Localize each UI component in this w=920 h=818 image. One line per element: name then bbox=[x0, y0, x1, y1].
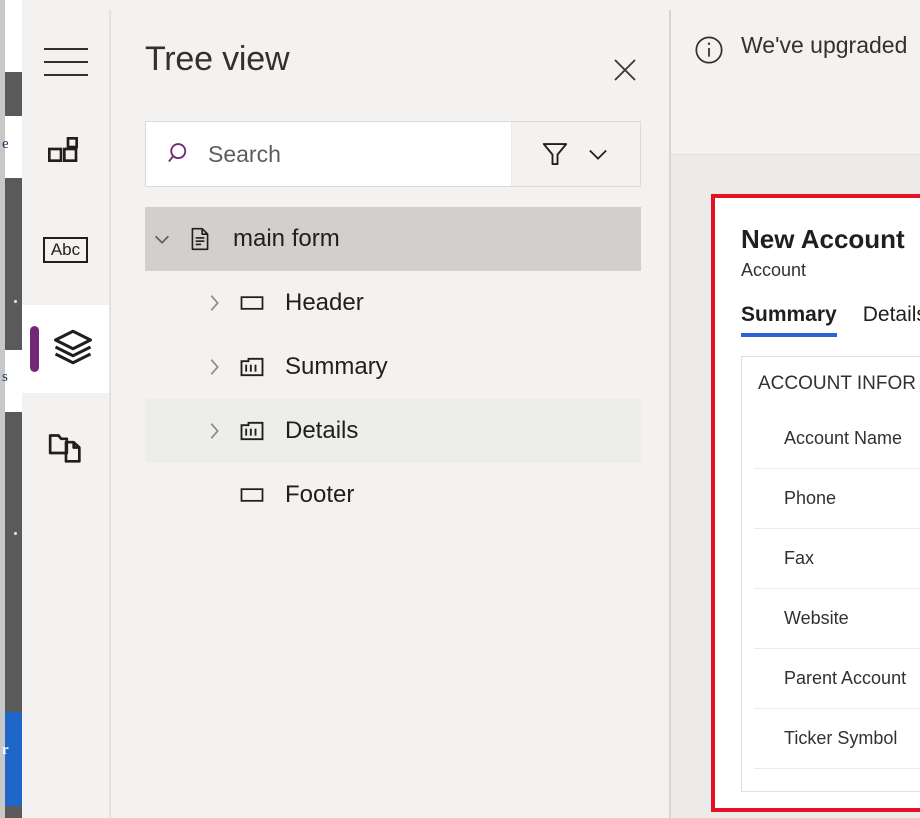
form-field-row[interactable]: Account Name bbox=[754, 409, 920, 469]
search-placeholder: Search bbox=[208, 140, 281, 167]
form-record-title: New Account bbox=[741, 224, 905, 254]
highlighted-form-preview: New Account Account Summary Details ACCO… bbox=[711, 194, 920, 812]
tab-details[interactable]: Details bbox=[863, 303, 920, 337]
search-icon bbox=[166, 140, 194, 168]
section-rectangle-icon bbox=[231, 289, 273, 317]
chevron-right-icon bbox=[210, 359, 219, 375]
search-toolbar: Search bbox=[145, 121, 641, 187]
columns-tab-icon bbox=[231, 353, 273, 381]
form-field-row[interactable]: Parent Account bbox=[754, 649, 920, 709]
tree-node-summary[interactable]: Summary bbox=[145, 335, 641, 399]
field-label: Website bbox=[784, 608, 849, 628]
tab-summary[interactable]: Summary bbox=[741, 303, 837, 337]
form-document-icon bbox=[179, 226, 221, 252]
icon-rail: Abc bbox=[22, 10, 110, 818]
copy-folder-icon bbox=[46, 428, 86, 473]
form-field-row-empty bbox=[754, 769, 920, 808]
chevron-down-icon bbox=[154, 235, 170, 244]
layers-icon bbox=[52, 326, 94, 373]
field-label: Phone bbox=[784, 488, 837, 508]
tree-node-details[interactable]: Details bbox=[145, 399, 641, 463]
form-field-row[interactable]: Website bbox=[754, 589, 920, 649]
chevron-down-icon bbox=[589, 149, 607, 160]
sidebar-item-text-field[interactable]: Abc bbox=[22, 206, 109, 294]
expand-collapse-toggle[interactable] bbox=[197, 420, 231, 442]
filter-icon bbox=[542, 143, 568, 165]
field-label: Account Name bbox=[784, 428, 903, 448]
tree-node-label: Summary bbox=[285, 353, 388, 380]
expand-collapse-toggle[interactable] bbox=[197, 356, 231, 378]
chevron-right-icon bbox=[210, 295, 219, 311]
field-label: Ticker Symbol bbox=[784, 728, 898, 748]
background-selected-block bbox=[5, 712, 22, 806]
abc-text-icon: Abc bbox=[42, 237, 89, 263]
form-field-row[interactable]: Phone bbox=[754, 469, 920, 529]
section-header: ACCOUNT INFOR bbox=[758, 373, 916, 394]
sidebar-item-tree-view[interactable] bbox=[22, 305, 109, 393]
selection-indicator bbox=[30, 326, 39, 372]
sidebar-item-related-tables[interactable] bbox=[22, 406, 109, 494]
filter-button[interactable] bbox=[540, 139, 570, 169]
tree-list: main form Header Summary Details Footer bbox=[145, 207, 641, 527]
filter-controls bbox=[512, 122, 640, 186]
page-title: Tree view bbox=[145, 40, 290, 78]
sidebar-item-hamburger-menu[interactable] bbox=[22, 18, 109, 106]
expand-collapse-toggle[interactable] bbox=[197, 292, 231, 314]
tree-node-label: Footer bbox=[285, 481, 355, 508]
background-dot bbox=[14, 532, 17, 535]
expand-collapse-toggle[interactable] bbox=[145, 228, 179, 250]
tree-node-header[interactable]: Header bbox=[145, 271, 641, 335]
notification-banner: We've upgraded bbox=[671, 10, 920, 155]
search-input[interactable]: Search bbox=[146, 122, 512, 186]
app-root: e s r Abc Tree view Search main form Hea… bbox=[0, 0, 920, 818]
background-text-fragment: s bbox=[2, 369, 8, 385]
background-row bbox=[5, 0, 22, 72]
form-preview-area: We've upgraded New Account Account Summa… bbox=[670, 10, 920, 818]
background-app-strip: e s r bbox=[0, 0, 22, 818]
tree-node-main-form[interactable]: main form bbox=[145, 207, 641, 271]
filter-dropdown-button[interactable] bbox=[584, 140, 612, 168]
background-text-fragment: e bbox=[2, 136, 9, 152]
columns-tab-icon bbox=[231, 417, 273, 445]
sidebar-item-components[interactable] bbox=[22, 112, 109, 200]
tree-node-label: Details bbox=[285, 417, 359, 444]
close-icon bbox=[614, 59, 636, 81]
field-label: Fax bbox=[784, 548, 815, 568]
chevron-right-icon bbox=[210, 423, 219, 439]
notification-text: We've upgraded bbox=[741, 32, 908, 58]
background-text-fragment: r bbox=[2, 742, 9, 758]
tree-node-label: main form bbox=[233, 225, 340, 252]
form-field-row[interactable]: Fax bbox=[754, 529, 920, 589]
tree-view-panel: Tree view Search main form Header Summar… bbox=[110, 10, 670, 818]
section-rectangle-icon bbox=[231, 481, 273, 509]
components-grid-icon bbox=[46, 134, 86, 179]
form-tab-strip: Summary Details bbox=[741, 303, 920, 337]
info-circle-icon bbox=[693, 34, 725, 71]
field-label: Parent Account bbox=[784, 668, 907, 688]
hamburger-icon bbox=[43, 48, 88, 76]
background-dot bbox=[14, 300, 17, 303]
tree-node-label: Header bbox=[285, 289, 364, 316]
form-field-row[interactable]: Ticker Symbol bbox=[754, 709, 920, 769]
form-section-card: ACCOUNT INFOR Account Name Phone Fax Web… bbox=[741, 356, 920, 792]
tree-node-footer[interactable]: Footer bbox=[145, 463, 641, 527]
form-entity-name: Account bbox=[741, 260, 807, 280]
close-panel-button[interactable] bbox=[605, 50, 645, 90]
